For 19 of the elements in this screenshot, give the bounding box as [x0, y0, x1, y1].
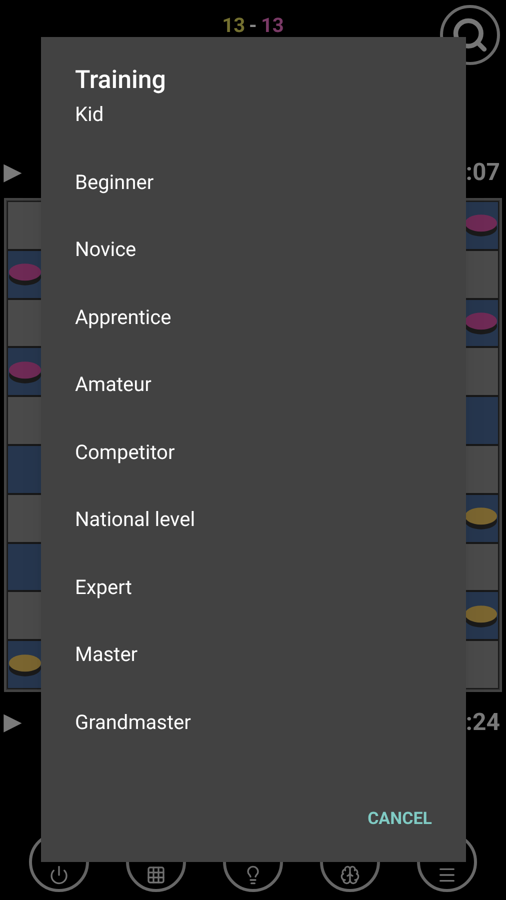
level-option[interactable]: Beginner: [41, 168, 466, 235]
turn-marker: ▶: [4, 708, 21, 736]
turn-marker: ▶: [4, 158, 21, 186]
dialog-title: Training: [75, 65, 167, 97]
score-left: 13: [222, 12, 246, 39]
level-option[interactable]: Master: [41, 640, 466, 708]
level-option[interactable]: Kid: [41, 100, 466, 168]
level-option[interactable]: Apprentice: [41, 302, 466, 370]
score-right: 13: [260, 12, 284, 39]
level-option[interactable]: Expert: [41, 572, 466, 640]
score-separator: -: [249, 12, 257, 39]
level-option[interactable]: Novice: [41, 235, 466, 302]
cancel-button[interactable]: CANCEL: [362, 802, 438, 836]
level-option[interactable]: Grandmaster: [41, 708, 466, 775]
level-option[interactable]: Competitor: [41, 438, 466, 505]
level-option[interactable]: Amateur: [41, 370, 466, 438]
player-timer: :24: [466, 707, 500, 738]
player-timer: :07: [466, 157, 500, 188]
level-option[interactable]: National level: [41, 505, 466, 572]
